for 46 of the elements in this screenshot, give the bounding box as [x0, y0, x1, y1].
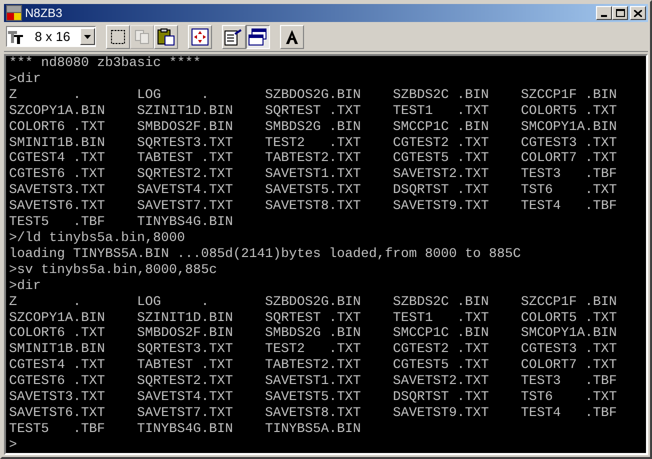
maximize-icon — [616, 9, 624, 17]
dropdown-arrow-button[interactable] — [80, 28, 95, 45]
caret-icon — [84, 34, 91, 38]
console-line: COLORT6 .TXT SMBDOS2F.BIN SMBDS2G .BIN SMCCP1C .BIN SMCOPY1A.BIN — [9, 326, 617, 342]
console-line: CGTEST6 .TXT SQRTEST2.TXT SAVETST1.TXT SAVETST2.TXT TEST3 .TBF — [9, 374, 617, 390]
console-line: SAVETST3.TXT SAVETST4.TXT SAVETST5.TXT DSQRTST .TXT TST6 .TXT — [9, 183, 617, 200]
console-line: > — [9, 438, 17, 453]
console-line: TEST5 .TBF TINYBS4G.BIN TINYBS5A.BIN — [9, 422, 361, 438]
console-line: >sv tinybs5a.bin,8000,885c — [9, 262, 217, 279]
selection-icon — [110, 28, 126, 44]
console-line: SMINIT1B.BIN SQRTEST3.TXT TEST2 .TXT CGTEST2 .TXT CGTEST3 .TXT — [9, 136, 617, 152]
console-line: >dir — [9, 72, 41, 88]
console-line: >dir — [9, 278, 41, 295]
console-line: CGTEST6 .TXT SQRTEST2.TXT SAVETST1.TXT SAVETST2.TXT TEST3 .TBF — [9, 167, 617, 184]
font-size-value: 8 x 16 — [34, 28, 72, 46]
console-line: SMINIT1B.BIN SQRTEST3.TXT TEST2 .TXT CGTEST2 .TXT CGTEST3 .TXT — [9, 342, 617, 358]
console-line: SAVETST3.TXT SAVETST4.TXT SAVETST5.TXT DSQRTST .TXT TST6 .TXT — [9, 390, 617, 406]
toolbar-button[interactable] — [246, 24, 270, 48]
minimize-icon — [601, 15, 607, 17]
console-line: Z . LOG . SZBDOS2G.BIN SZBDS2C .BIN SZCCP1F .BIN — [9, 294, 617, 310]
arrows-icon — [191, 28, 209, 46]
console-line: >/ld tinybs5a.bin,8000 — [9, 230, 185, 247]
console-line: COLORT6 .TXT SMBDOS2F.BIN SMBDS2G .BIN SMCCP1C .BIN SMCOPY1A.BIN — [9, 120, 617, 136]
console-line: SAVETST6.TXT SAVETST7.TXT SAVETST8.TXT SAVETST9.TXT TEST4 .TBF — [9, 406, 617, 422]
console-line: Z . LOG . SZBDOS2G.BIN SZBDS2C .BIN SZCCP1F .BIN — [9, 88, 617, 104]
console-line: CGTEST4 .TXT TABTEST .TXT TABTEST2.TXT CGTEST5 .TXT COLORT7 .TXT — [9, 151, 617, 168]
console-line: loading TINYBS5A.BIN ...085d(2141)bytes loaded,from 8000 to 885C — [9, 246, 521, 263]
windows-icon — [248, 28, 268, 46]
window-title: N8ZB3 — [25, 5, 64, 22]
properties-icon — [224, 28, 244, 46]
console-line: CGTEST4 .TXT TABTEST .TXT TABTEST2.TXT CGTEST5 .TXT COLORT7 .TXT — [9, 358, 617, 374]
console-line: SAVETST6.TXT SAVETST7.TXT SAVETST8.TXT SAVETST9.TXT TEST4 .TBF — [9, 199, 617, 216]
copy-icon — [134, 28, 150, 44]
maximize-button[interactable] — [612, 6, 628, 20]
app-icon — [6, 5, 22, 21]
console-line: SZCOPY1A.BIN SZINIT1D.BIN SQRTEST .TXT TEST1 .TXT COLORT5 .TXT — [9, 104, 617, 120]
font-size-dropdown[interactable]: 8 x 16 — [6, 26, 96, 47]
truetype-icon — [7, 30, 25, 44]
console-line: TEST5 .TBF TINYBS4G.BIN — [9, 215, 233, 231]
clipboard-icon — [157, 28, 175, 46]
minimize-button[interactable] — [596, 6, 612, 20]
console-line: SZCOPY1A.BIN SZINIT1D.BIN SQRTEST .TXT TEST1 .TXT COLORT5 .TXT — [9, 310, 617, 326]
console-line: *** nd8080 zb3basic **** — [9, 56, 201, 72]
font-icon — [284, 28, 300, 44]
close-icon — [634, 10, 642, 16]
close-button[interactable] — [630, 6, 646, 20]
